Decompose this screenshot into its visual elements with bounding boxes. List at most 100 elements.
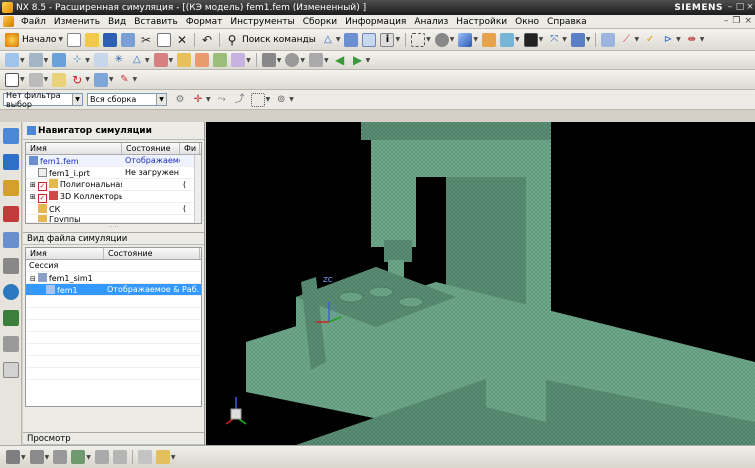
chevron-down-icon[interactable]: ▼ [72, 94, 82, 105]
menu-window[interactable]: Окно [511, 17, 543, 27]
minimize-icon[interactable]: – [725, 2, 735, 12]
results-icon[interactable] [231, 53, 246, 67]
start-icon[interactable] [5, 32, 19, 47]
select-face-icon[interactable] [29, 450, 44, 464]
chevron-down-icon[interactable]: ▼ [133, 76, 138, 83]
chevron-down-icon[interactable]: ▼ [86, 454, 91, 461]
chevron-down-icon[interactable]: ▼ [44, 57, 49, 64]
constraint-navigator-tab-icon[interactable] [2, 206, 19, 222]
grid-icon[interactable] [261, 53, 276, 67]
save-icon[interactable] [103, 32, 117, 47]
transform-icon[interactable] [344, 32, 359, 47]
chevron-down-icon[interactable]: ▼ [562, 36, 567, 43]
graphics-window[interactable]: ZC [206, 122, 755, 445]
app-menu-icon[interactable] [3, 16, 14, 27]
undo-icon[interactable]: ↶ [200, 33, 214, 47]
assembly-navigator-tab-icon[interactable] [2, 154, 19, 170]
table-row-selected[interactable]: fem1 Отображаемое & Раб... [26, 284, 201, 296]
chevron-down-icon[interactable]: ▼ [539, 36, 544, 43]
layer-icon[interactable] [570, 32, 585, 47]
mesh-collector-icon[interactable] [93, 53, 108, 67]
constraint-icon[interactable] [195, 53, 210, 67]
load-icon[interactable] [177, 53, 192, 67]
mesh-icon[interactable] [52, 53, 67, 67]
chevron-down-icon[interactable]: ▼ [109, 76, 114, 83]
tree-row[interactable]: ⊞✓Полигональная ... ( [26, 178, 201, 191]
chevron-down-icon[interactable]: ▼ [58, 36, 63, 43]
command-search-button[interactable]: Поиск команды [242, 35, 316, 45]
chevron-down-icon[interactable]: ▼ [426, 36, 431, 43]
chevron-down-icon[interactable]: ▼ [266, 96, 271, 103]
point-icon[interactable]: ⊹ [70, 53, 84, 67]
polygon-icon[interactable] [153, 53, 168, 67]
highlight-icon[interactable]: ⊚ [274, 93, 288, 107]
snap-icon[interactable]: ⊳ [661, 33, 675, 47]
table-row[interactable]: ⊟ fem1_sim1 [26, 272, 201, 284]
chevron-down-icon[interactable]: ▼ [156, 94, 166, 105]
chevron-down-icon[interactable]: ▼ [324, 57, 329, 64]
menu-insert[interactable]: Вставить [130, 17, 182, 27]
sim-navigator-icon[interactable] [5, 53, 19, 67]
chevron-down-icon[interactable]: ▼ [44, 76, 49, 83]
close-icon[interactable]: × [745, 2, 755, 12]
type-filter-select[interactable]: Нет фильтра выбор ▼ [3, 91, 83, 109]
chevron-down-icon[interactable]: ▼ [20, 76, 25, 83]
web-browser-tab-icon[interactable] [2, 258, 19, 274]
arrow-right-icon[interactable]: ▶ [351, 53, 365, 67]
doc-minimize-icon[interactable]: – [724, 16, 729, 26]
chevron-down-icon[interactable]: ▼ [366, 57, 371, 64]
chevron-down-icon[interactable]: ▼ [246, 57, 251, 64]
chevron-down-icon[interactable]: ▼ [700, 36, 705, 43]
select-node-icon[interactable] [112, 450, 127, 464]
chevron-down-icon[interactable]: ▼ [634, 36, 639, 43]
maximize-icon[interactable]: □ [735, 2, 745, 12]
properties-icon[interactable] [362, 32, 377, 47]
tri-mesh-icon[interactable]: △ [130, 53, 144, 67]
column-header[interactable]: Фи [180, 143, 200, 154]
menu-information[interactable]: Информация [341, 17, 410, 27]
menu-format[interactable]: Формат [182, 17, 227, 27]
gear-icon[interactable]: ⚙ [173, 93, 187, 107]
table-row[interactable]: Сессия [26, 260, 201, 272]
select-element-icon[interactable] [155, 450, 170, 464]
snap-point-icon[interactable] [137, 450, 152, 464]
vertical-scrollbar[interactable] [194, 155, 201, 223]
binoculars-icon[interactable]: ⚲ [225, 33, 239, 47]
expand-icon[interactable]: ⊞ [30, 193, 36, 201]
menu-tools[interactable]: Инструменты [226, 17, 298, 27]
dimension-icon[interactable]: ⇼ [685, 33, 699, 47]
column-header[interactable]: Состояние [104, 248, 200, 259]
viewer-section-header[interactable]: Просмотр [23, 432, 204, 445]
chevron-down-icon[interactable]: ▼ [336, 36, 341, 43]
save-as-icon[interactable] [121, 32, 135, 47]
sketch-icon[interactable]: △ [321, 33, 335, 47]
cut-icon[interactable]: ✂ [139, 33, 153, 47]
background-icon[interactable] [481, 32, 496, 47]
part-navigator-icon[interactable] [601, 32, 616, 47]
scope-filter-select[interactable]: Вся сборка ▼ [87, 93, 167, 106]
chevron-down-icon[interactable]: ▼ [289, 96, 294, 103]
mesh-model-view[interactable]: ZC [206, 122, 755, 445]
doc-close-icon[interactable]: × [744, 16, 752, 26]
measure-icon[interactable]: ⟋ [619, 33, 633, 47]
expand-icon[interactable]: ⊞ [30, 181, 36, 189]
show-icon[interactable] [309, 53, 323, 67]
chevron-down-icon[interactable]: ▼ [20, 57, 25, 64]
chevron-down-icon[interactable]: ▼ [473, 36, 478, 43]
tree-row[interactable]: ⊞ ✓ 3D Коллекторы [26, 190, 201, 203]
system-materials-tab-icon[interactable] [2, 310, 19, 326]
chevron-down-icon[interactable]: ▼ [515, 36, 520, 43]
select-box-icon[interactable] [5, 72, 19, 87]
rotate-view-icon[interactable] [434, 32, 449, 47]
column-header[interactable]: Имя [26, 143, 122, 154]
refresh-icon[interactable]: ↻ [70, 73, 84, 87]
collapse-icon[interactable]: ⊟ [30, 275, 36, 283]
chevron-down-icon[interactable]: ▼ [277, 57, 282, 64]
wcs-icon[interactable]: ⤧ [547, 33, 561, 47]
copy-icon[interactable] [157, 32, 171, 47]
select-edge-icon[interactable] [6, 450, 20, 464]
chevron-down-icon[interactable]: ▼ [85, 57, 90, 64]
element-icon[interactable]: ✳ [112, 53, 126, 67]
node-icon[interactable] [28, 72, 43, 87]
doc-restore-icon[interactable]: ❐ [732, 16, 740, 26]
